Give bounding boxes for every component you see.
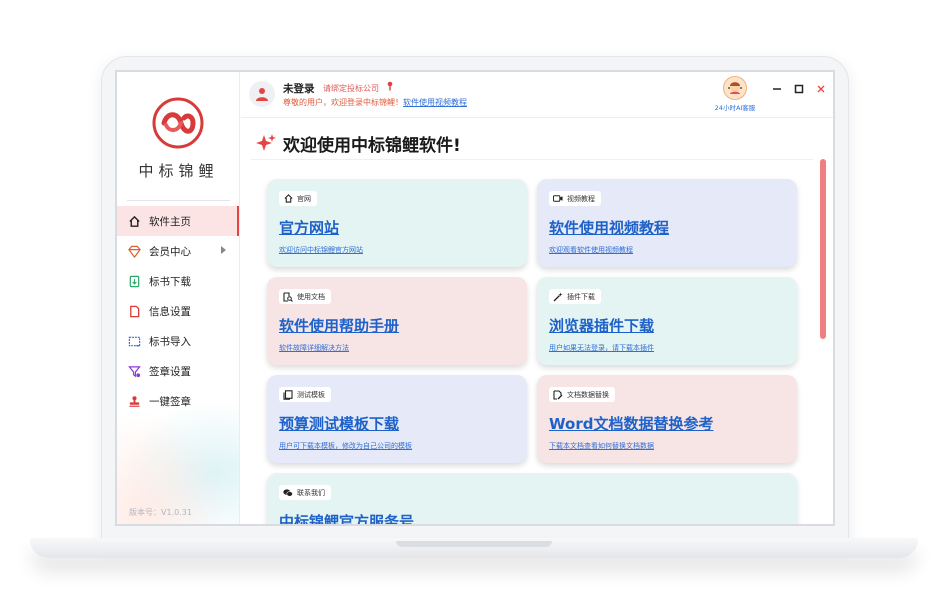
card-title[interactable]: Word文档数据替换参考 [549,413,713,434]
divider [127,200,230,201]
sidebar-item-home[interactable]: 软件主页 [117,206,239,236]
video-icon [553,194,563,204]
sidebar-nav: 软件主页 会员中心 标书下载 信息设置 标书导入 签章设置 一键签章 [117,206,239,416]
sidebar-item-label: 会员中心 [149,245,191,258]
sidebar-item-signature-settings[interactable]: 签章设置 [117,356,239,386]
close-button[interactable] [813,81,829,97]
card-tag: 官网 [279,191,317,206]
card-subtitle[interactable]: 用户如果无法登录，请下载本插件 [549,343,654,353]
card-video-tutorial[interactable]: 视频教程 软件使用视频教程 欢迎观看软件使用视频教程 [537,179,797,267]
card-tag: 联系我们 [279,485,331,500]
edit-doc-icon [553,389,563,400]
card-title[interactable]: 中标锦鲤官方服务号 [279,511,414,524]
brand-name: 中标锦鲤 [138,162,219,180]
doc-search-icon [283,291,293,302]
card-subtitle[interactable]: 用户可下载本模板，修改为自己公司的模板 [279,441,412,451]
card-official-site[interactable]: 官网 官方网站 欢迎访问中标锦鲤官方网站 [267,179,527,267]
home-icon [283,194,293,204]
maximize-button[interactable] [791,81,807,97]
magic-wand-icon [553,292,563,302]
card-tag-label: 联系我们 [297,488,325,497]
page-title: 欢迎使用中标锦鲤软件! [283,136,461,156]
divider [251,159,813,160]
card-title[interactable]: 软件使用帮助手册 [279,315,399,336]
card-tag-label: 插件下载 [567,292,595,301]
welcome-line: 尊敬的用户，欢迎登录中标锦鲤！软件使用视频教程 [283,97,467,108]
user-icon [256,88,268,101]
pin-icon [386,81,394,94]
card-subtitle[interactable]: 下载本文档查看如何替换文档数据 [549,441,654,451]
welcome-text: 尊敬的用户，欢迎登录中标锦鲤！ [283,98,403,107]
card-word-data-replace[interactable]: 文档数据替换 Word文档数据替换参考 下载本文档查看如何替换文档数据 [537,375,797,463]
app-window: 中标锦鲤 软件主页 会员中心 标书下载 信息设置 标书导入 签章设置 一键签章 … [115,70,835,526]
brand-logo-icon [152,97,204,149]
bind-company-link[interactable]: 请绑定投标公司 [323,83,379,94]
card-tag: 插件下载 [549,289,601,304]
stamp-icon [127,394,141,408]
sidebar-item-one-click-sign[interactable]: 一键签章 [117,386,239,416]
card-subtitle[interactable]: 欢迎观看软件使用视频教程 [549,245,633,255]
card-test-template[interactable]: 测试模板 预算测试模板下载 用户可下载本模板，修改为自己公司的模板 [267,375,527,463]
ai-service-button[interactable]: 24小时AI客服 [711,76,759,112]
card-title[interactable]: 软件使用视频教程 [549,217,669,238]
card-tag-label: 官网 [297,194,311,203]
sidebar-item-label: 标书导入 [149,335,191,348]
sparkle-icon [256,133,276,151]
copy-icon [283,389,293,400]
sidebar-item-membership[interactable]: 会员中心 [117,236,239,266]
version-label: 版本号：V1.0.31 [129,508,192,517]
diamond-icon [127,244,141,258]
chevron-right-icon [221,246,226,254]
card-tag: 测试模板 [279,387,331,402]
card-title[interactable]: 官方网站 [279,217,339,238]
minimize-icon [773,88,781,90]
card-tag: 视频教程 [549,191,601,206]
card-contact-us[interactable]: 联系我们 中标锦鲤官方服务号 [267,473,797,524]
card-tag-label: 测试模板 [297,390,325,399]
sidebar-item-label: 信息设置 [149,305,191,318]
card-subtitle[interactable]: 欢迎访问中标锦鲤官方网站 [279,245,363,255]
laptop-notch [396,541,552,547]
maximize-icon [794,84,804,94]
card-title[interactable]: 预算测试模板下载 [279,413,399,434]
login-status[interactable]: 未登录 [283,81,315,96]
card-help-manual[interactable]: 使用文档 软件使用帮助手册 软件故障详细解决方法 [267,277,527,365]
home-icon [127,214,141,228]
page-header: 欢迎使用中标锦鲤软件! [255,131,461,156]
minimize-button[interactable] [769,81,785,97]
card-tag: 文档数据替换 [549,387,615,402]
document-icon [127,304,141,318]
wechat-icon [283,488,293,498]
scrollbar[interactable] [820,159,826,339]
filter-icon [127,364,141,378]
sidebar-item-info-settings[interactable]: 信息设置 [117,296,239,326]
header-bar: 未登录 请绑定投标公司 尊敬的用户，欢迎登录中标锦鲤！软件使用视频教程 24小时… [241,72,833,118]
card-tag-label: 文档数据替换 [567,390,609,399]
card-tag: 使用文档 [279,289,331,304]
sidebar-item-label: 标书下载 [149,275,191,288]
card-tag-label: 视频教程 [567,194,595,203]
card-tag-label: 使用文档 [297,292,325,301]
main-content: 欢迎使用中标锦鲤软件! 官网 官方网站 欢迎访问中标锦鲤官方网站 视频教程 软件… [241,119,833,524]
sidebar-item-label: 软件主页 [149,215,191,228]
card-title[interactable]: 浏览器插件下载 [549,315,654,336]
sidebar-item-bid-import[interactable]: 标书导入 [117,326,239,356]
avatar[interactable] [249,81,275,107]
customer-service-icon [723,76,747,100]
sidebar-item-bid-download[interactable]: 标书下载 [117,266,239,296]
sidebar-item-label: 签章设置 [149,365,191,378]
import-icon [127,334,141,348]
sidebar-item-label: 一键签章 [149,395,191,408]
card-subtitle[interactable]: 软件故障详细解决方法 [279,343,349,353]
download-file-icon [127,274,141,288]
ai-service-label: 24小时AI客服 [714,104,756,112]
tutorial-link[interactable]: 软件使用视频教程 [403,98,467,107]
sidebar: 中标锦鲤 软件主页 会员中心 标书下载 信息设置 标书导入 签章设置 一键签章 … [117,72,240,524]
close-icon [817,85,825,93]
card-plugin-download[interactable]: 插件下载 浏览器插件下载 用户如果无法登录，请下载本插件 [537,277,797,365]
